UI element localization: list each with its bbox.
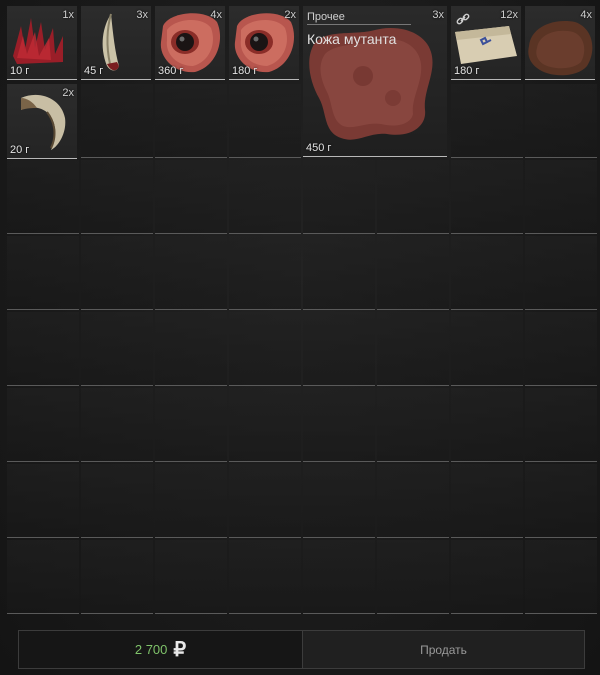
inventory-slot-empty[interactable] [229, 388, 301, 462]
inventory-slot-empty[interactable] [525, 312, 597, 386]
inventory-slot-empty[interactable] [81, 84, 153, 158]
inventory-slot-empty[interactable] [7, 540, 79, 614]
item-count: 3x [136, 9, 148, 21]
inventory-slot-empty[interactable] [451, 388, 523, 462]
inventory-slot-empty[interactable] [7, 464, 79, 538]
price-value: 2 700 [134, 642, 168, 657]
item-weight: 45 г [84, 65, 104, 77]
inventory-slot-empty[interactable] [525, 160, 597, 234]
inventory-slot-empty[interactable] [81, 388, 153, 462]
inventory-slot-empty[interactable] [229, 236, 301, 310]
inventory-slot-empty[interactable] [303, 160, 375, 234]
inventory-slot-empty[interactable] [525, 540, 597, 614]
item-count: 2x [62, 87, 74, 99]
inventory-slot-empty[interactable] [377, 312, 449, 386]
item-category: Прочее [307, 11, 411, 25]
inventory-slot-empty[interactable] [303, 236, 375, 310]
ruble-icon: ₽ [173, 639, 187, 661]
item-weight: 180 г [232, 65, 258, 77]
inventory-slot-empty[interactable] [377, 540, 449, 614]
link-icon [456, 13, 470, 25]
inventory-slot-empty[interactable] [229, 312, 301, 386]
mutant-skin-icon [309, 28, 433, 140]
inventory-item-mutant-eye[interactable]: 2x 180 г [229, 6, 299, 80]
trade-footer: 2 700 ₽ Продать [18, 630, 585, 669]
inventory-slot-empty[interactable] [451, 540, 523, 614]
inventory-slot-empty[interactable] [451, 312, 523, 386]
inventory-item-mutant-eye[interactable]: 4x 360 г [155, 6, 225, 80]
inventory-slot-empty[interactable] [81, 236, 153, 310]
inventory-slot-empty[interactable] [377, 236, 449, 310]
inventory-slot-empty[interactable] [7, 236, 79, 310]
inventory-slot-empty[interactable] [155, 236, 227, 310]
item-weight: 180 г [454, 65, 480, 77]
inventory-item-map-document[interactable]: 12x 180 г [451, 6, 521, 80]
inventory-slot-empty[interactable] [451, 236, 523, 310]
inventory-slot-empty[interactable] [525, 464, 597, 538]
item-weight: 10 г [10, 65, 30, 77]
inventory-slot-empty[interactable] [229, 464, 301, 538]
item-count: 4x [210, 9, 222, 21]
item-count: 4x [580, 9, 592, 21]
item-weight: 450 г [306, 142, 332, 154]
inventory-slot-empty[interactable] [155, 312, 227, 386]
item-count: 2x [284, 9, 296, 21]
inventory-slot-empty[interactable] [303, 540, 375, 614]
inventory-slot-empty[interactable] [81, 160, 153, 234]
inventory-slot-empty[interactable] [155, 388, 227, 462]
inventory-slot-empty[interactable] [525, 388, 597, 462]
inventory-slot-empty[interactable] [155, 84, 227, 158]
inventory-slot-empty[interactable] [377, 464, 449, 538]
inventory-slot-empty[interactable] [451, 160, 523, 234]
inventory-slot-empty[interactable] [81, 464, 153, 538]
inventory-slot-empty[interactable] [81, 312, 153, 386]
price-display: 2 700 ₽ [19, 631, 303, 668]
inventory-slot-empty[interactable] [229, 540, 301, 614]
inventory-slot-empty[interactable] [155, 540, 227, 614]
item-count: 1x [62, 9, 74, 21]
inventory-slot-empty[interactable] [377, 388, 449, 462]
inventory-slot-empty[interactable] [303, 312, 375, 386]
inventory-item-red-spikes[interactable]: 1x 10 г [7, 6, 77, 80]
inventory-slot-empty[interactable] [155, 160, 227, 234]
inventory-slot-empty[interactable] [451, 84, 523, 158]
inventory-item-mutant-skin[interactable]: Прочее Кожа мутанта 3x 450 г [303, 6, 447, 157]
item-weight: 20 г [10, 144, 30, 156]
inventory-slot-empty[interactable] [525, 236, 597, 310]
inventory-slot-empty[interactable] [7, 312, 79, 386]
inventory-slot-empty[interactable] [377, 160, 449, 234]
item-weight: 360 г [158, 65, 184, 77]
sell-button[interactable]: Продать [303, 631, 584, 668]
inventory-item-fur-pelt[interactable]: 4x [525, 6, 595, 80]
inventory-item-claw[interactable]: 3x 45 г [81, 6, 151, 80]
item-count: 12x [500, 9, 518, 21]
inventory-slot-empty[interactable] [525, 84, 597, 158]
inventory-item-horn[interactable]: 2x 20 г [7, 84, 77, 159]
inventory-slot-empty[interactable] [229, 160, 301, 234]
inventory-grid: 1x 10 г 3x 45 г 4x 360 г 2x 180 г Прочее… [5, 5, 597, 614]
inventory-slot-empty[interactable] [303, 388, 375, 462]
inventory-slot-empty[interactable] [7, 388, 79, 462]
item-count: 3x [432, 9, 444, 21]
inventory-slot-empty[interactable] [81, 540, 153, 614]
inventory-slot-empty[interactable] [303, 464, 375, 538]
item-name: Кожа мутанта [307, 31, 397, 47]
inventory-slot-empty[interactable] [7, 160, 79, 234]
inventory-slot-empty[interactable] [229, 84, 301, 158]
inventory-slot-empty[interactable] [155, 464, 227, 538]
inventory-slot-empty[interactable] [451, 464, 523, 538]
